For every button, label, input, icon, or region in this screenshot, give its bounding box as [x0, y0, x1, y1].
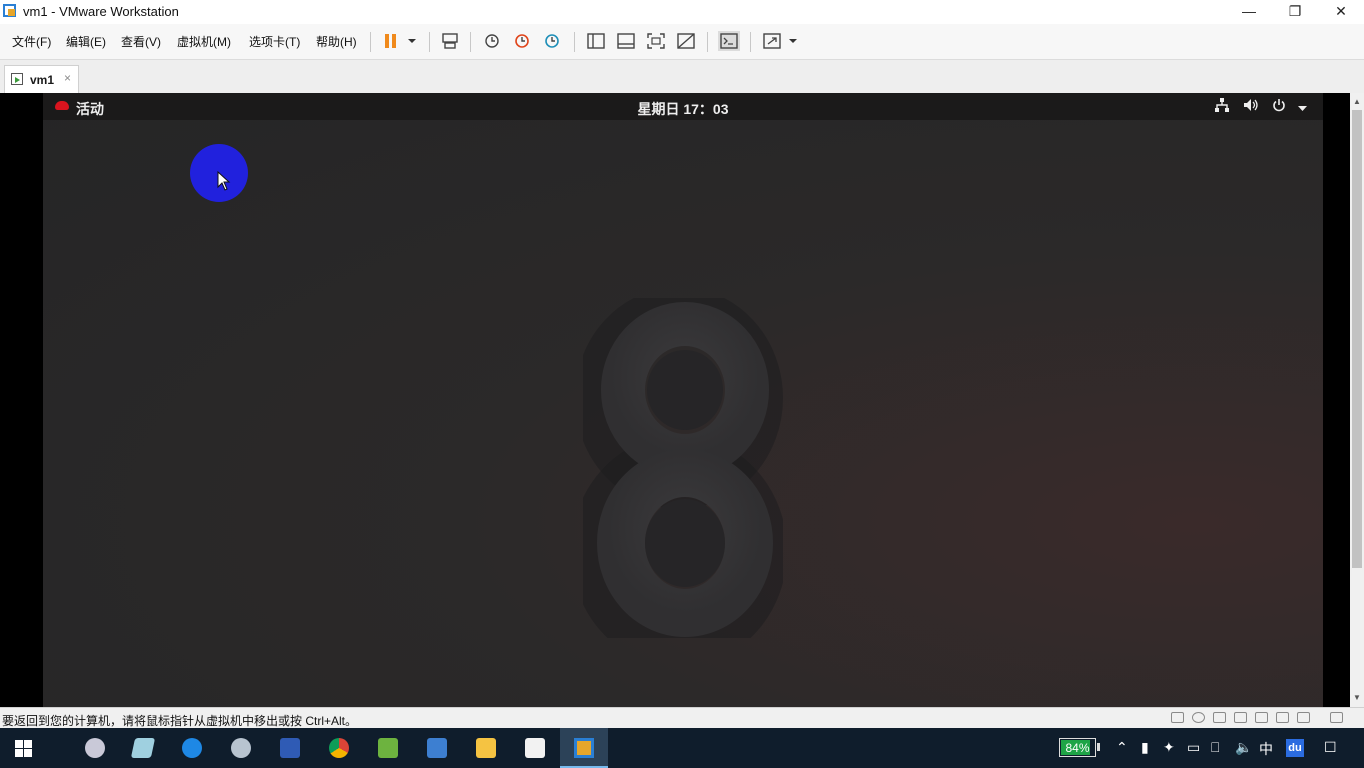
menu-vm[interactable]: 虚拟机(M) — [177, 33, 231, 50]
message-log-icon[interactable] — [1330, 712, 1343, 723]
paint-app-icon[interactable] — [71, 728, 119, 768]
windows-logo-icon — [15, 740, 32, 757]
stretch-dropdown-icon[interactable] — [782, 31, 804, 51]
snapshot-revert-icon[interactable] — [511, 31, 533, 51]
pin-icon[interactable]: ✦ — [1163, 739, 1175, 756]
toolbar-divider — [370, 32, 371, 52]
bluetooth-icon[interactable]: ▮ — [1141, 739, 1149, 756]
tab-vm1[interactable]: vm1 × — [4, 65, 79, 93]
scrollbar-thumb[interactable] — [1352, 110, 1362, 568]
display-icon[interactable] — [1297, 712, 1310, 723]
volume-icon[interactable] — [1243, 98, 1259, 115]
sound-card-icon[interactable] — [1255, 712, 1268, 723]
battery-indicator[interactable]: 84% — [1059, 738, 1096, 757]
tab-strip: vm1 × — [0, 60, 1364, 93]
menu-file[interactable]: 文件(F) — [12, 33, 51, 50]
tab-label: vm1 — [30, 73, 55, 87]
network-adapter-icon[interactable] — [1213, 712, 1226, 723]
battery-tray-icon[interactable]: ▭ — [1187, 739, 1200, 756]
vertical-scrollbar[interactable]: ▲ ▼ — [1350, 93, 1364, 707]
windows-taskbar: 84% ⌃ ▮ ✦ ▭ ⎕ 🔈 中 du ☐ — [0, 728, 1364, 768]
battery-tip — [1097, 743, 1100, 751]
toolbar-divider — [470, 32, 471, 52]
input-method-indicator[interactable]: 中 — [1259, 739, 1273, 759]
send-ctrl-alt-del-icon[interactable] — [439, 31, 461, 51]
power-icon[interactable] — [1272, 98, 1286, 115]
toolbar-divider — [707, 32, 708, 52]
snapshot-manager-icon[interactable] — [541, 31, 563, 51]
guest-desktop[interactable]: 活动 星期日 17：03 — [43, 93, 1323, 707]
vm-running-icon — [11, 73, 23, 85]
vmware-icon[interactable] — [560, 728, 608, 768]
edge-icon[interactable] — [168, 728, 216, 768]
notes-app-icon[interactable] — [119, 728, 167, 768]
battery-percent: 84% — [1065, 741, 1090, 755]
text-editor-icon[interactable] — [364, 728, 412, 768]
stretch-view-icon[interactable] — [761, 31, 783, 51]
menu-bar: 文件(F) 编辑(E) 查看(V) 虚拟机(M) 选项卡(T) 帮助(H) — [0, 24, 1364, 60]
speaker-tray-icon[interactable]: 🔈 — [1235, 739, 1252, 756]
chrome-icon[interactable] — [315, 728, 363, 768]
menu-help[interactable]: 帮助(H) — [316, 33, 357, 50]
snapshot-take-icon[interactable] — [481, 31, 503, 51]
network-icon[interactable] — [1215, 98, 1229, 115]
network-tray-icon[interactable]: ⎕ — [1211, 739, 1219, 756]
close-button[interactable]: ✕ — [1318, 0, 1364, 24]
file-explorer-icon[interactable] — [462, 728, 510, 768]
fullscreen-icon[interactable] — [645, 31, 667, 51]
mouse-pointer-icon — [217, 171, 231, 191]
hard-disk-icon[interactable] — [1171, 712, 1184, 723]
toolbar-divider — [429, 32, 430, 52]
toolbar-divider — [750, 32, 751, 52]
vmware-app-icon — [3, 4, 16, 17]
typora-icon[interactable] — [511, 728, 559, 768]
start-button[interactable] — [0, 728, 48, 768]
scroll-down-icon[interactable]: ▼ — [1353, 693, 1361, 702]
clock[interactable]: 星期日 17：03 — [43, 99, 1323, 119]
printer-icon[interactable] — [1276, 712, 1289, 723]
menu-view[interactable]: 查看(V) — [121, 33, 161, 50]
library-view-icon[interactable] — [585, 31, 607, 51]
restore-button[interactable]: ❐ — [1272, 0, 1318, 24]
tab-close-icon[interactable]: × — [64, 71, 71, 85]
title-bar: vm1 - VMware Workstation — ❐ ✕ — [0, 0, 1364, 24]
menu-tabs[interactable]: 选项卡(T) — [249, 33, 300, 50]
window-title: vm1 - VMware Workstation — [23, 4, 179, 19]
settings-app-icon[interactable] — [217, 728, 265, 768]
cd-dvd-icon[interactable] — [1192, 712, 1205, 723]
pause-icon[interactable] — [380, 31, 402, 51]
scroll-up-icon[interactable]: ▲ — [1353, 97, 1361, 106]
vm-display[interactable]: 活动 星期日 17：03 — [0, 93, 1350, 707]
system-menu-arrow-icon[interactable] — [1297, 101, 1308, 116]
control-panel-icon[interactable] — [413, 728, 461, 768]
minimize-button[interactable]: — — [1226, 0, 1272, 24]
visio-icon[interactable] — [266, 728, 314, 768]
unity-icon[interactable] — [675, 31, 697, 51]
menu-edit[interactable]: 编辑(E) — [66, 33, 106, 50]
gnome-top-bar: 活动 星期日 17：03 — [43, 93, 1323, 120]
status-message: 要返回到您的计算机，请将鼠标指针从虚拟机中移出或按 Ctrl+Alt。 — [2, 714, 358, 728]
status-bar: 要返回到您的计算机，请将鼠标指针从虚拟机中移出或按 Ctrl+Alt。 — [0, 707, 1364, 728]
action-center-icon[interactable]: ☐ — [1324, 739, 1337, 756]
usb-controller-icon[interactable] — [1234, 712, 1247, 723]
toolbar-divider — [574, 32, 575, 52]
dropdown-arrow-icon[interactable] — [401, 31, 423, 51]
centos-8-wallpaper-logo — [583, 298, 783, 638]
show-hidden-icons-icon[interactable]: ⌃ — [1116, 739, 1128, 756]
baidu-ime-icon[interactable]: du — [1286, 739, 1304, 757]
thumbnail-bar-icon[interactable] — [615, 31, 637, 51]
console-view-icon[interactable] — [718, 31, 740, 51]
